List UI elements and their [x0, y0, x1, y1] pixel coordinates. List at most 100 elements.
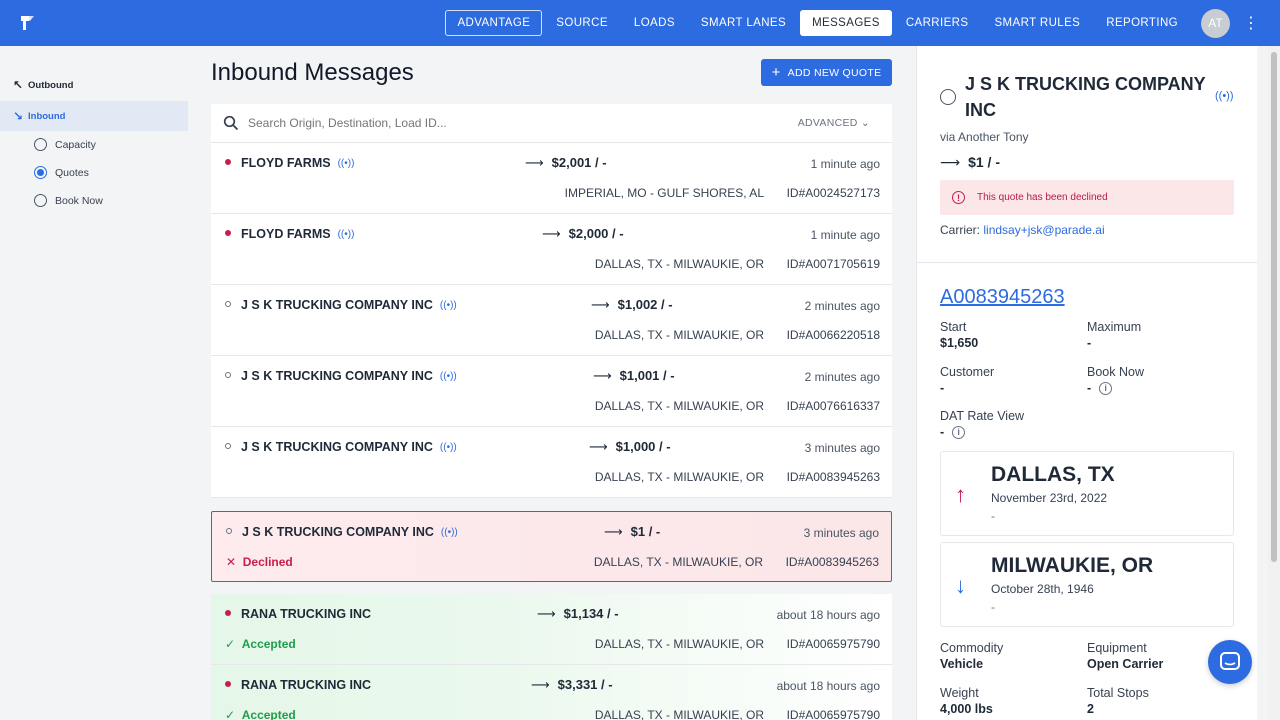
message-row[interactable]: J S K TRUCKING COMPANY INC ((•)) ⟶ $1,001 /…: [211, 356, 892, 427]
more-menu-icon[interactable]: ⋮: [1236, 13, 1266, 33]
lane: DALLAS, TX - MILWAUKIE, OR: [594, 637, 764, 651]
filter-book-now[interactable]: Book Now: [34, 194, 103, 207]
dest-extra: -: [991, 600, 995, 614]
carrier-email-link[interactable]: lindsay+jsk@parade.ai: [983, 223, 1104, 237]
panel-price-value: $1 / -: [968, 154, 1000, 170]
carrier-name-text: FLOYD FARMS: [241, 156, 331, 170]
carrier-name: J S K TRUCKING COMPANY INC ((•)): [241, 440, 457, 454]
add-new-quote-button[interactable]: + ADD NEW QUOTE: [761, 59, 892, 86]
quote-price: ⟶ $1,002 / -: [591, 297, 673, 313]
sidebar-item-inbound[interactable]: ↘ Inbound: [0, 101, 188, 131]
timestamp: 1 minute ago: [810, 157, 880, 171]
message-row[interactable]: RANA TRUCKING INC ⟶ $3,331 / - about 18 hou…: [211, 665, 892, 720]
quote-price-value: $2,000 / -: [568, 226, 624, 241]
nav-carriers[interactable]: CARRIERS: [894, 10, 981, 36]
timestamp: 2 minutes ago: [804, 370, 880, 384]
broadcast-icon: ((•)): [439, 441, 457, 453]
load-id: ID#A0065975790: [786, 637, 880, 651]
timestamp: 3 minutes ago: [803, 526, 879, 540]
plus-icon: +: [771, 64, 781, 81]
origin-date: November 23rd, 2022: [991, 491, 1108, 505]
customer-field: Customer -: [940, 364, 994, 396]
message-row[interactable]: FLOYD FARMS ((•)) ⟶ $2,000 / - 1 minute ago D…: [211, 214, 892, 285]
chat-launcher-button[interactable]: [1208, 640, 1252, 684]
nav-advantage[interactable]: ADVANTAGE: [445, 10, 543, 36]
load-id-link[interactable]: A0083945263: [940, 286, 1065, 309]
timestamp: about 18 hours ago: [776, 679, 880, 693]
start-value: $1,650: [940, 336, 979, 350]
arrow-right-icon: ⟶: [537, 606, 556, 621]
book-now-value: -: [1087, 381, 1092, 395]
search-bar: ADVANCED ⌄: [211, 104, 892, 143]
search-input[interactable]: [248, 116, 768, 130]
read-dot-icon: [226, 528, 232, 534]
broadcast-icon: ((•)): [440, 526, 458, 538]
unread-dot-icon: [225, 610, 231, 616]
radio-icon: [34, 138, 47, 151]
advanced-filter-toggle[interactable]: ADVANCED ⌄: [798, 117, 870, 129]
filter-capacity[interactable]: Capacity: [34, 138, 96, 151]
carrier-name-text: J S K TRUCKING COMPANY INC: [241, 369, 433, 383]
equipment-value: Open Carrier: [1087, 657, 1164, 671]
panel-carrier-line: Carrier: lindsay+jsk@parade.ai: [940, 223, 1105, 237]
carrier-name: J S K TRUCKING COMPANY INC ((•)): [241, 298, 457, 312]
filter-quotes[interactable]: Quotes: [34, 166, 89, 179]
carrier-label: Carrier:: [940, 223, 981, 237]
load-id: ID#A0065975790: [786, 708, 880, 720]
read-dot-icon: [225, 443, 231, 449]
nav-smart-rules[interactable]: SMART RULES: [982, 10, 1092, 36]
nav-messages[interactable]: MESSAGES: [800, 10, 892, 36]
nav-smart-lanes[interactable]: SMART LANES: [689, 10, 798, 36]
arrow-down-icon: ↓: [955, 573, 966, 598]
quote-price: ⟶ $1 / -: [604, 524, 660, 540]
message-row[interactable]: J S K TRUCKING COMPANY INC ((•)) ⟶ $1,002 /…: [211, 285, 892, 356]
declined-alert: ! This quote has been declined: [940, 180, 1234, 215]
avatar[interactable]: AT: [1201, 8, 1230, 38]
total-stops-field: Total Stops 2: [1087, 685, 1149, 717]
maximum-value: -: [1087, 336, 1092, 350]
scrollbar-thumb[interactable]: [1271, 52, 1277, 562]
sidebar-item-label: Outbound: [28, 79, 74, 91]
commodity-value: Vehicle: [940, 657, 984, 671]
dat-label: DAT Rate View: [940, 409, 1025, 423]
message-row[interactable]: FLOYD FARMS ((•)) ⟶ $2,001 / - 1 minute ago I…: [211, 143, 892, 214]
select-radio-icon[interactable]: [940, 89, 956, 105]
message-row[interactable]: J S K TRUCKING COMPANY INC ((•)) ⟶ $1 / - 3 …: [211, 511, 892, 582]
total-stops-label: Total Stops: [1087, 686, 1149, 700]
carrier-name: J S K TRUCKING COMPANY INC ((•)): [242, 525, 458, 539]
info-icon[interactable]: i: [1099, 381, 1113, 395]
nav-items: ADVANTAGE SOURCE LOADS SMART LANES MESSAGES C…: [444, 0, 1280, 46]
carrier-name-text: J S K TRUCKING COMPANY INC: [242, 525, 434, 539]
load-id: ID#A0076616337: [786, 399, 880, 413]
weight-value: 4,000 lbs: [940, 702, 993, 716]
timestamp: about 18 hours ago: [776, 608, 880, 622]
book-now-label: Book Now: [1087, 365, 1144, 379]
quote-status: ✕ Declined: [226, 555, 293, 569]
message-row[interactable]: J S K TRUCKING COMPANY INC ((•)) ⟶ $1,000 /…: [211, 427, 892, 498]
sidebar-item-outbound[interactable]: ↖ Outbound: [0, 70, 188, 100]
quote-price: ⟶ $1,134 / -: [537, 606, 619, 622]
parade-logo-icon[interactable]: [18, 13, 38, 33]
quote-price: ⟶ $3,331 / -: [531, 677, 613, 693]
message-list: ADVANCED ⌄ FLOYD FARMS ((•)) ⟶ $2,001 / - 1 …: [211, 104, 892, 720]
equipment-label: Equipment: [1087, 641, 1147, 655]
chat-icon: [1220, 652, 1240, 670]
broadcast-icon: ((•)): [337, 157, 355, 169]
info-icon[interactable]: i: [952, 425, 966, 439]
lane: IMPERIAL, MO - GULF SHORES, AL: [564, 186, 764, 200]
lane: DALLAS, TX - MILWAUKIE, OR: [594, 399, 764, 413]
nav-source[interactable]: SOURCE: [544, 10, 620, 36]
origin-city: DALLAS, TX: [991, 463, 1115, 486]
lane: DALLAS, TX - MILWAUKIE, OR: [594, 257, 764, 271]
lane: DALLAS, TX - MILWAUKIE, OR: [594, 708, 764, 720]
quote-status-text: Accepted: [241, 708, 296, 720]
arrow-right-icon: ⟶: [531, 677, 550, 692]
panel-carrier-name: J S K TRUCKING COMPANY INC: [965, 74, 1206, 120]
nav-reporting[interactable]: REPORTING: [1094, 10, 1190, 36]
weight-field: Weight 4,000 lbs: [940, 685, 993, 717]
scrollbar[interactable]: [1268, 46, 1280, 720]
accepted-rows-container: RANA TRUCKING INC ⟶ $1,134 / - about 18 hou…: [211, 594, 892, 720]
quote-price-value: $1 / -: [630, 524, 661, 539]
nav-loads[interactable]: LOADS: [622, 10, 687, 36]
message-row[interactable]: RANA TRUCKING INC ⟶ $1,134 / - about 18 hou…: [211, 594, 892, 665]
